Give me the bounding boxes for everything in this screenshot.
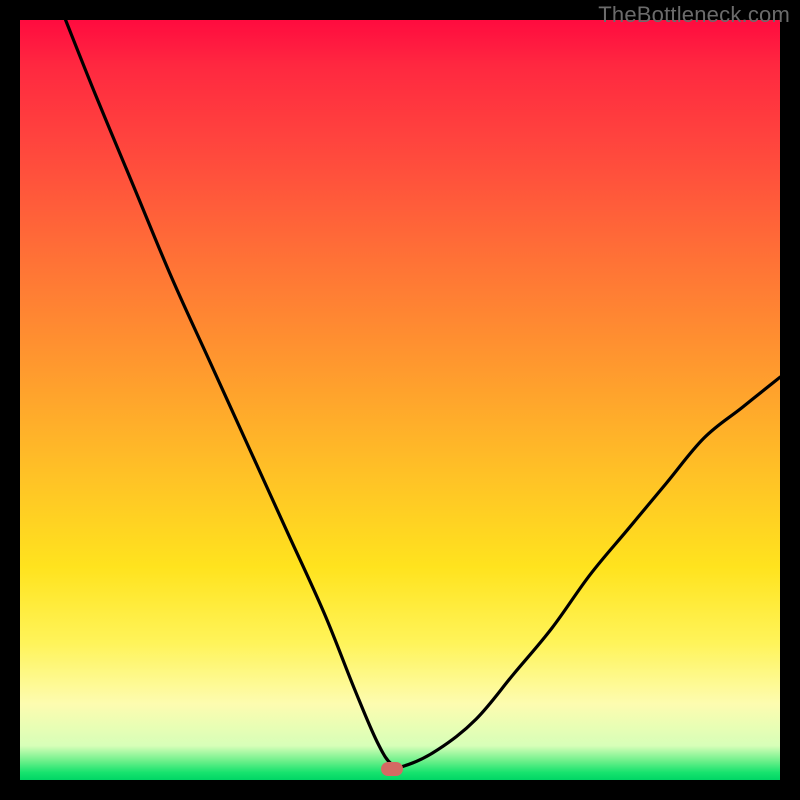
chart-frame: TheBottleneck.com <box>0 0 800 800</box>
minimum-marker <box>381 762 403 776</box>
plot-area <box>20 20 780 780</box>
watermark-text: TheBottleneck.com <box>598 2 790 28</box>
bottleneck-curve <box>20 20 780 780</box>
